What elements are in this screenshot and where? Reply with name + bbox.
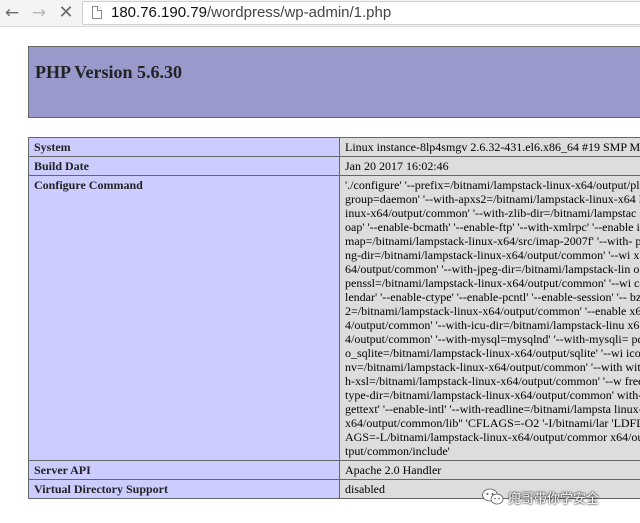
browser-toolbar: ← → ✕ 180.76.190.79/wordpress/wp-admin/1… xyxy=(0,0,640,27)
php-header: PHP Version 5.6.30 xyxy=(28,46,640,118)
url-path: /wordpress/wp-admin/1.php xyxy=(206,4,392,21)
row-value-cell: './configure' '--prefix=/bitnami/lampsta… xyxy=(339,175,640,461)
row-key: Configure Command xyxy=(28,175,340,461)
row-key: Virtual Directory Support xyxy=(28,479,340,499)
url-host: 180.76.190.79 xyxy=(111,4,207,21)
watermark: 兜哥带你学安全 xyxy=(482,484,599,510)
url-text[interactable]: 180.76.190.79/wordpress/wp-admin/1.php xyxy=(111,4,391,21)
page-content: PHP Version 5.6.30 System Linux instance… xyxy=(0,27,640,523)
arrow-left-icon[interactable]: ← xyxy=(1,2,23,24)
row-key: Server API xyxy=(28,460,340,480)
row-value-cell: Apache 2.0 Handler xyxy=(339,460,640,480)
watermark-text: 兜哥带你学安全 xyxy=(508,491,600,507)
table-row: System Linux instance-8lp4smgv 2.6.32-43… xyxy=(28,137,640,157)
page-title: PHP Version 5.6.30 xyxy=(35,62,183,82)
arrow-right-icon[interactable]: → xyxy=(28,2,50,24)
page-icon xyxy=(92,6,102,19)
row-value-cell: Jan 20 2017 16:02:46 xyxy=(339,156,640,176)
row-value: Jan 20 2017 16:02:46 xyxy=(345,159,449,173)
row-key: Build Date xyxy=(28,156,340,176)
row-value: Linux instance-8lp4smgv 2.6.32-431.el6.x… xyxy=(345,140,640,154)
row-value-cell: Linux instance-8lp4smgv 2.6.32-431.el6.x… xyxy=(339,137,640,157)
table-row: Server API Apache 2.0 Handler xyxy=(28,460,640,480)
row-value: Apache 2.0 Handler xyxy=(345,463,442,477)
info-table: System Linux instance-8lp4smgv 2.6.32-43… xyxy=(28,137,640,499)
address-bar[interactable]: 180.76.190.79/wordpress/wp-admin/1.php xyxy=(82,1,640,25)
table-row: Configure Command './configure' '--prefi… xyxy=(28,175,640,461)
row-key: System xyxy=(28,137,340,157)
close-icon[interactable]: ✕ xyxy=(55,2,77,24)
row-value: './configure' '--prefix=/bitnami/lampsta… xyxy=(345,178,640,458)
wechat-icon xyxy=(482,488,504,505)
table-row: Build Date Jan 20 2017 16:02:46 xyxy=(28,156,640,176)
